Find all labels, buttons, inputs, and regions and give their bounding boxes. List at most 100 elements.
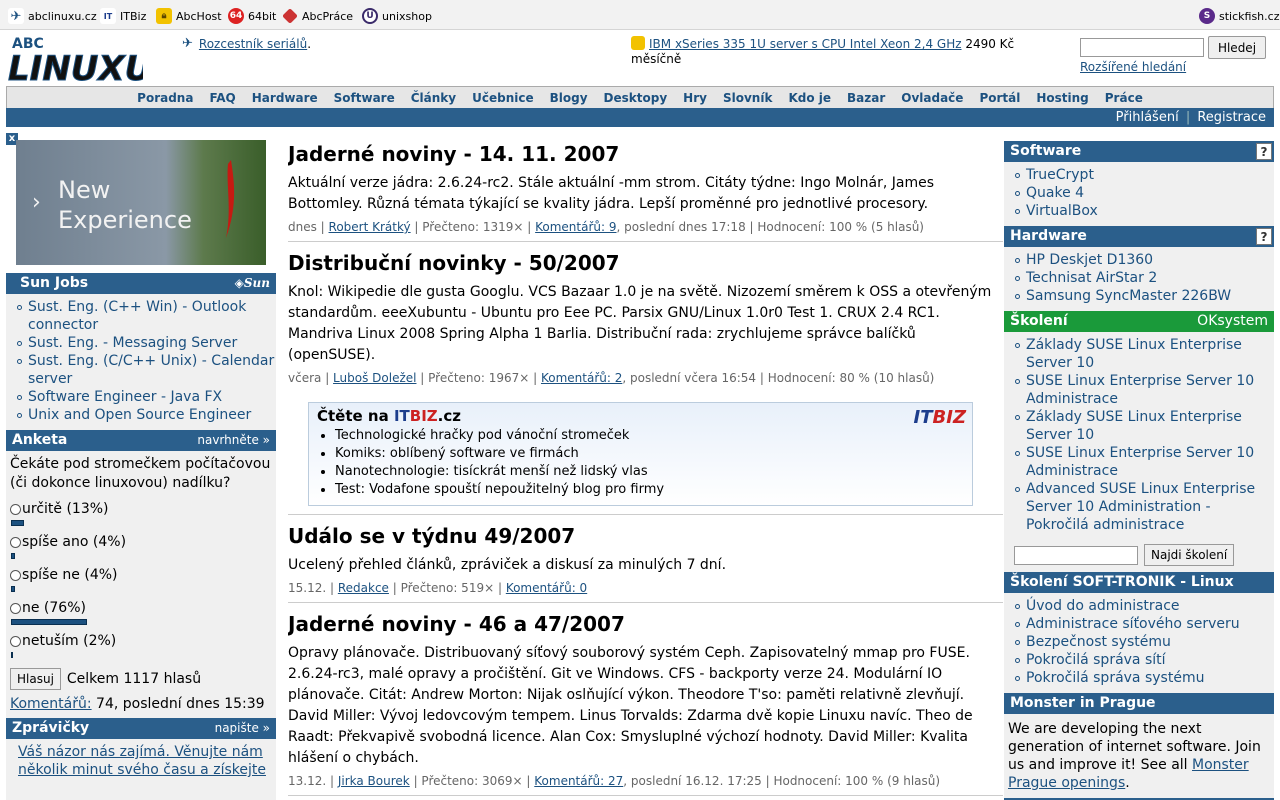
poll-suggest-link[interactable]: navrhněte » xyxy=(197,430,270,451)
monster-header: Monster in Prague xyxy=(1004,693,1274,714)
software-list: TrueCrypt Quake 4 VirtualBox xyxy=(1004,166,1274,220)
menu-item-clanky[interactable]: Články xyxy=(403,91,464,105)
menu-item-poradna[interactable]: Poradna xyxy=(129,91,201,105)
menu-item-blogy[interactable]: Blogy xyxy=(542,91,596,105)
author-link[interactable]: Robert Krátký xyxy=(329,220,411,234)
penguin-icon: ✈ xyxy=(182,36,193,51)
menu-item-hosting[interactable]: Hosting xyxy=(1028,91,1096,105)
list-item[interactable]: Samsung SyncMaster 226BW xyxy=(1015,287,1274,305)
monster-text: We are developing the next generation of… xyxy=(1008,721,1261,791)
list-item[interactable]: Unix and Open Source Engineer xyxy=(17,406,276,424)
news-write-link[interactable]: napište » xyxy=(215,718,270,739)
poll-radio[interactable] xyxy=(10,602,21,614)
list-item[interactable]: SUSE Linux Enterprise Server 10 Administ… xyxy=(1015,444,1274,480)
main-menu: Poradna FAQ Hardware Software Články Uče… xyxy=(6,86,1274,108)
comments-link[interactable]: Komentářů: 9 xyxy=(535,220,616,234)
help-icon[interactable]: ? xyxy=(1256,228,1272,245)
comments-link[interactable]: Komentářů: 27 xyxy=(534,774,623,788)
list-item[interactable]: Sust. Eng. (C++ Win) - Outlook connector xyxy=(17,298,276,334)
article-title[interactable]: Jaderné noviny - 46 a 47/2007 xyxy=(288,611,1003,637)
list-item[interactable]: VirtualBox xyxy=(1015,202,1274,220)
list-item[interactable]: Test: Vodafone spouští nepoužitelný blog… xyxy=(335,481,964,499)
itbiz-logo[interactable]: ITBIZ xyxy=(914,407,966,428)
comments-link[interactable]: Komentářů: 2 xyxy=(541,371,622,385)
login-link[interactable]: Přihlášení xyxy=(1116,110,1179,125)
list-item[interactable]: Quake 4 xyxy=(1015,184,1274,202)
softtronik-list: Úvod do administrace Administrace síťové… xyxy=(1004,597,1274,687)
list-item[interactable]: TrueCrypt xyxy=(1015,166,1274,184)
poll-comments-link[interactable]: Komentářů: xyxy=(10,696,92,712)
site-link-itbiz[interactable]: IT ITBiz xyxy=(100,8,146,24)
list-item[interactable]: Nanotechnologie: tisíckrát menší než lid… xyxy=(335,463,964,481)
menu-item-prace[interactable]: Práce xyxy=(1097,91,1151,105)
list-item[interactable]: Sust. Eng. (C/C++ Unix) - Calendar serve… xyxy=(17,352,276,388)
menu-item-slovnik[interactable]: Slovník xyxy=(715,91,780,105)
news-item[interactable]: Váš názor nás zajímá. Věnujte nám několi… xyxy=(6,739,276,779)
list-item[interactable]: SUSE Linux Enterprise Server 10 Administ… xyxy=(1015,372,1274,408)
menu-item-faq[interactable]: FAQ xyxy=(201,91,243,105)
list-item[interactable]: Bezpečnost systému xyxy=(1015,633,1274,651)
login-bar: Přihlášení | Registrace xyxy=(6,108,1274,127)
article-title[interactable]: Jaderné noviny - 14. 11. 2007 xyxy=(288,141,1003,167)
author-link[interactable]: Luboš Doležel xyxy=(333,371,416,385)
poll-options: určitě (13%) spíše ano (4%) spíše ne (4%) n… xyxy=(6,501,276,658)
article-perex: Knol: Wikipedie dle gusta Googlu. VCS Ba… xyxy=(288,284,992,363)
list-item[interactable]: Úvod do administrace xyxy=(1015,597,1274,615)
site-link-64bit[interactable]: 64 64bit xyxy=(228,8,276,24)
poll-radio[interactable] xyxy=(10,635,21,647)
site-link-stickfish[interactable]: S stickfish.cz xyxy=(1199,8,1279,24)
site-link-abchost[interactable]: 🔒︎ AbcHost xyxy=(156,8,222,24)
menu-item-software[interactable]: Software xyxy=(326,91,403,105)
training-search-input[interactable] xyxy=(1014,545,1138,565)
abcprace-icon xyxy=(282,8,298,24)
series-guide-link[interactable]: Rozcestník seriálů xyxy=(199,37,307,51)
sites-bar: ✈ abclinuxu.cz IT ITBiz 🔒︎ AbcHost 64 64… xyxy=(0,0,1280,30)
training-header: Školení OKsystem xyxy=(1004,311,1274,332)
list-item[interactable]: Pokročilá správa sítí xyxy=(1015,651,1274,669)
list-item[interactable]: Software Engineer - Java FX xyxy=(17,388,276,406)
search-button[interactable]: Hledej xyxy=(1208,36,1266,59)
site-link-abcprace[interactable]: AbcPráce xyxy=(282,8,353,24)
list-item[interactable]: Sust. Eng. - Messaging Server xyxy=(17,334,276,352)
help-icon[interactable]: ? xyxy=(1256,143,1272,160)
article-meta: 15.12. | Redakce | Přečteno: 519× | Kome… xyxy=(288,580,1003,603)
author-link[interactable]: Jirka Bourek xyxy=(338,774,410,788)
itbiz-icon: IT xyxy=(100,8,116,24)
search-input[interactable] xyxy=(1080,38,1204,57)
register-link[interactable]: Registrace xyxy=(1197,110,1266,125)
article-title[interactable]: Událo se v týdnu 49/2007 xyxy=(288,523,1003,549)
menu-item-portal[interactable]: Portál xyxy=(971,91,1028,105)
hosting-promo-link[interactable]: IBM xSeries 335 1U server s CPU Intel Xe… xyxy=(649,37,962,51)
menu-item-kdo-je[interactable]: Kdo je xyxy=(780,91,839,105)
logo-graphic: ABC LINUXU xyxy=(8,36,153,90)
list-item[interactable]: Advanced SUSE Linux Enterprise Server 10… xyxy=(1015,480,1274,534)
site-link-abclinuxu[interactable]: ✈ abclinuxu.cz xyxy=(8,8,97,24)
author-link[interactable]: Redakce xyxy=(338,581,389,595)
article-title[interactable]: Distribuční novinky - 50/2007 xyxy=(288,250,1003,276)
advanced-search-link[interactable]: Rozšířené hledání xyxy=(1080,60,1186,74)
comments-link[interactable]: Komentářů: 0 xyxy=(506,581,587,595)
ad-banner[interactable]: › New Experience xyxy=(16,140,266,265)
list-item[interactable]: HP Deskjet D1360 xyxy=(1015,251,1274,269)
menu-item-desktopy[interactable]: Desktopy xyxy=(596,91,676,105)
menu-item-bazar[interactable]: Bazar xyxy=(839,91,893,105)
abclinuxu-logo[interactable]: ABC LINUXU xyxy=(8,34,153,90)
menu-item-hry[interactable]: Hry xyxy=(675,91,715,105)
menu-item-ovladace[interactable]: Ovladače xyxy=(893,91,971,105)
list-item[interactable]: Pokročilá správa systému xyxy=(1015,669,1274,687)
menu-item-hardware[interactable]: Hardware xyxy=(244,91,326,105)
list-item[interactable]: Technologické hračky pod vánoční stromeč… xyxy=(335,427,964,445)
list-item[interactable]: Komiks: oblíbený software ve firmách xyxy=(335,445,964,463)
list-item[interactable]: Technisat AirStar 2 xyxy=(1015,269,1274,287)
list-item[interactable]: Základy SUSE Linux Enterprise Server 10 xyxy=(1015,336,1274,372)
poll-radio[interactable] xyxy=(10,569,21,581)
vote-button[interactable]: Hlasuj xyxy=(10,668,61,690)
list-item[interactable]: Základy SUSE Linux Enterprise Server 10 xyxy=(1015,408,1274,444)
menu-item-ucebnice[interactable]: Učebnice xyxy=(464,91,542,105)
poll-radio[interactable] xyxy=(10,536,21,548)
site-link-unixshop[interactable]: U unixshop xyxy=(362,8,432,24)
poll-radio[interactable] xyxy=(10,503,21,515)
list-item[interactable]: Administrace síťového serveru xyxy=(1015,615,1274,633)
find-training-button[interactable]: Najdi školení xyxy=(1144,544,1235,566)
oksystem-link[interactable]: OKsystem xyxy=(1197,311,1268,332)
